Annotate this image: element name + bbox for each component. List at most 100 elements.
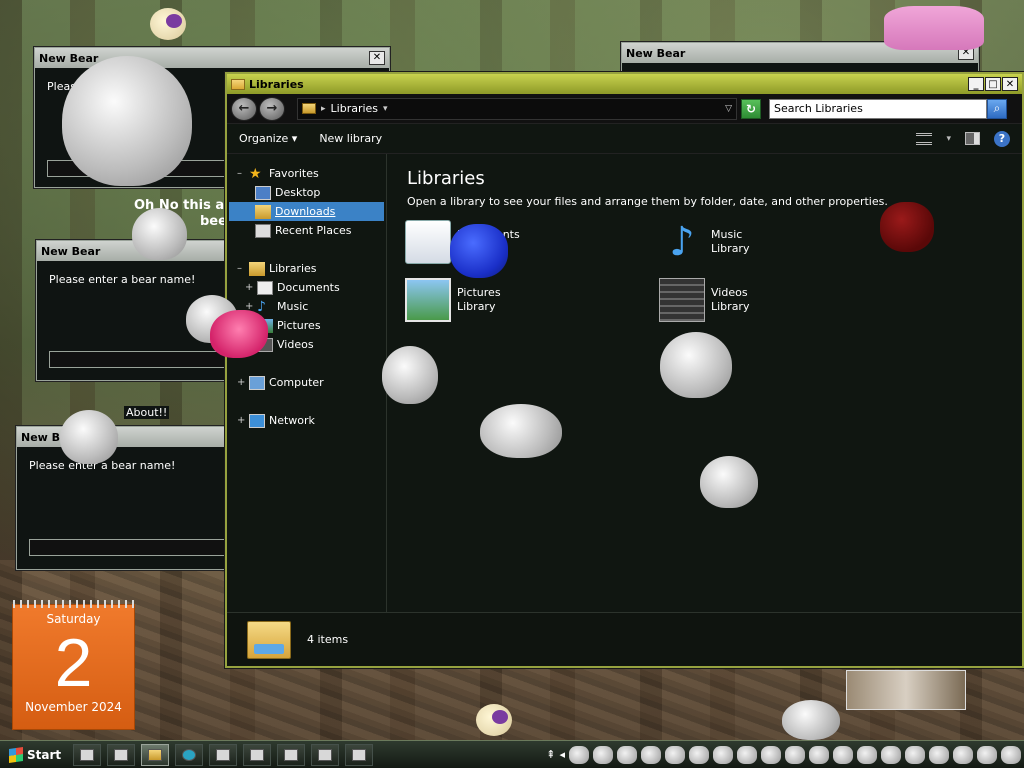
taskbar-app[interactable]	[345, 743, 374, 766]
tray-bear-icon[interactable]	[953, 745, 973, 764]
bear-name-input[interactable]	[29, 539, 229, 556]
videos-icon	[659, 278, 705, 322]
new-bear-dialog-3[interactable]: New Bear Please enter a bear name!	[16, 426, 236, 570]
nav-downloads[interactable]: Downloads	[229, 202, 384, 221]
taskbar-app-77[interactable]	[243, 743, 272, 766]
tray-bear-icon[interactable]	[857, 745, 877, 764]
tray-bear-icon[interactable]	[641, 745, 661, 764]
nav-desktop[interactable]: Desktop	[227, 183, 386, 202]
nav-favorites[interactable]: – ★ Favorites	[227, 164, 386, 183]
nav-network[interactable]: + Network	[227, 411, 386, 430]
pink-fish-mascot[interactable]	[210, 310, 268, 358]
taskbar-app[interactable]	[277, 743, 306, 766]
search-input[interactable]: Search Libraries	[769, 98, 987, 119]
view-dropdown-icon[interactable]: ▾	[946, 134, 951, 144]
library-music[interactable]: ♪ Music Library	[659, 220, 749, 264]
window-title: Libraries	[249, 77, 304, 91]
library-videos[interactable]: Videos Library	[659, 278, 749, 322]
tray-scroll-left-icon[interactable]: ◂	[559, 748, 565, 761]
tray-bear-icon[interactable]	[761, 745, 781, 764]
sheep-mascot[interactable]	[476, 704, 512, 736]
calendar-gadget[interactable]: Saturday 2 November 2024	[12, 600, 135, 730]
polar-bear[interactable]	[700, 456, 758, 508]
preview-pane-icon[interactable]	[965, 132, 980, 145]
tray-bear-icon[interactable]	[809, 745, 829, 764]
nav-recent-places[interactable]: Recent Places	[227, 221, 386, 240]
tray-bear-icon[interactable]	[689, 745, 709, 764]
address-bar-row: ← → ▸ Libraries ▾ ▽ ↻ Search Libraries ⌕	[227, 94, 1022, 124]
collapse-icon[interactable]: –	[237, 168, 249, 179]
red-bear[interactable]	[880, 202, 934, 252]
chevron-icon[interactable]: ▸	[321, 104, 326, 114]
minimize-button[interactable]: _	[968, 77, 984, 91]
close-button[interactable]: ✕	[1002, 77, 1018, 91]
refresh-button[interactable]: ↻	[741, 98, 761, 119]
libraries-explorer-window[interactable]: Libraries _ □ ✕ ← → ▸ Libraries ▾ ▽ ↻ Se…	[225, 72, 1024, 668]
tray-bear-icon[interactable]	[929, 745, 949, 764]
back-button[interactable]: ←	[231, 96, 257, 121]
library-pictures[interactable]: Pictures Library	[405, 278, 501, 322]
address-dropdown-icon[interactable]: ▽	[725, 104, 732, 114]
pictures-icon	[405, 278, 451, 322]
tray-bear-icon[interactable]	[977, 745, 997, 764]
tray-bear-icon[interactable]	[617, 745, 637, 764]
tray-bear-icon[interactable]	[593, 745, 613, 764]
start-button[interactable]: Start	[3, 744, 67, 766]
taskbar: Start ⇞ ◂	[0, 740, 1024, 768]
address-bar[interactable]: ▸ Libraries ▾ ▽	[297, 97, 737, 120]
taskbar-app[interactable]	[311, 743, 340, 766]
taskbar-explorer[interactable]	[141, 743, 170, 766]
bear-name-input[interactable]	[49, 351, 229, 368]
sheep-mascot[interactable]	[150, 8, 186, 40]
tray-bear-icon[interactable]	[905, 745, 925, 764]
taskbar-bear-app[interactable]	[73, 743, 102, 766]
tray-bear-icon[interactable]	[737, 745, 757, 764]
help-icon[interactable]: ?	[994, 130, 1010, 147]
dialog-prompt: Please enter a bear name!	[29, 459, 176, 472]
forward-button[interactable]: →	[259, 96, 285, 121]
tray-expand-icon[interactable]: ⇞	[546, 748, 555, 761]
taskbar-ie[interactable]	[175, 743, 204, 766]
tray-bear-icon[interactable]	[881, 745, 901, 764]
polar-bear[interactable]	[382, 346, 438, 404]
music-icon: ♪	[669, 219, 695, 265]
polar-bear[interactable]	[660, 332, 732, 398]
status-bar: 4 items	[227, 612, 1022, 666]
polar-bear-large[interactable]	[62, 56, 192, 186]
organize-button[interactable]: Organize ▾	[239, 132, 297, 145]
search-icon[interactable]: ⌕	[987, 98, 1007, 119]
libraries-folder-icon	[247, 620, 291, 659]
nav-documents[interactable]: + Documents	[227, 278, 386, 297]
nav-computer[interactable]: + Computer	[227, 373, 386, 392]
navigation-pane: – ★ Favorites Desktop Downloads Recent P…	[227, 154, 387, 612]
change-view-icon[interactable]	[916, 132, 933, 145]
explorer-titlebar[interactable]: Libraries _ □ ✕	[227, 74, 1022, 94]
expand-icon[interactable]: +	[237, 377, 249, 388]
chevron-icon[interactable]: ▾	[383, 104, 388, 114]
tray-bear-icon[interactable]	[833, 745, 853, 764]
tray-bear-icon[interactable]	[569, 745, 589, 764]
pink-cat-mascot[interactable]	[884, 6, 984, 50]
close-button[interactable]: ✕	[369, 51, 385, 65]
collapse-icon[interactable]: –	[237, 263, 249, 274]
recent-places-icon	[255, 223, 271, 238]
dialog-titlebar[interactable]: New Bear	[17, 427, 235, 447]
calendar-rings	[13, 600, 134, 608]
polar-bear[interactable]	[782, 700, 840, 740]
new-library-button[interactable]: New library	[319, 132, 382, 145]
expand-icon[interactable]: +	[237, 415, 249, 426]
tray-bear-icon[interactable]	[665, 745, 685, 764]
polar-bear[interactable]	[480, 404, 562, 458]
tray-bear-icon[interactable]	[785, 745, 805, 764]
polar-bear[interactable]	[132, 208, 187, 260]
tray-bear-icon[interactable]	[713, 745, 733, 764]
blue-bear[interactable]	[450, 224, 508, 278]
maximize-button[interactable]: □	[985, 77, 1001, 91]
breadcrumb[interactable]: Libraries	[331, 102, 379, 115]
tray-bear-icon[interactable]	[1001, 745, 1021, 764]
nav-libraries[interactable]: – Libraries	[227, 259, 386, 278]
polar-bear[interactable]	[60, 410, 118, 464]
expand-icon[interactable]: +	[245, 282, 257, 293]
taskbar-window[interactable]	[107, 743, 136, 766]
taskbar-notepad[interactable]	[209, 743, 238, 766]
